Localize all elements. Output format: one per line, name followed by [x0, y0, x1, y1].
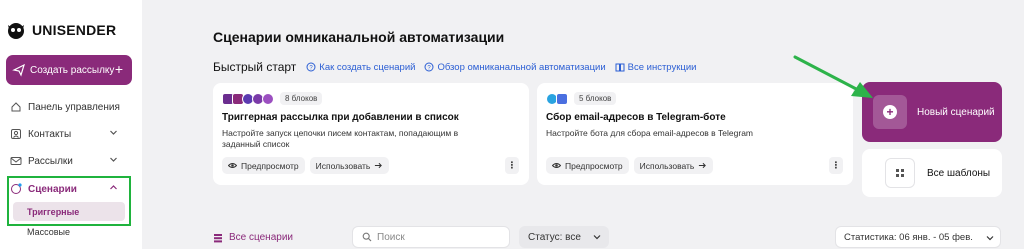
- logo-mark-icon: [8, 23, 24, 39]
- card-description: Настройте запуск цепочки писем контактам…: [222, 128, 459, 149]
- sidebar-item-label: Панель управления: [28, 101, 120, 113]
- card-description: Настройте бота для сбора email-адресов в…: [546, 128, 754, 138]
- help-circle-icon: ?: [424, 62, 434, 72]
- use-button[interactable]: Использовать: [309, 157, 390, 174]
- help-circle-icon: ?: [306, 62, 316, 72]
- link-omnichannel-overview[interactable]: ? Обзор омниканальной автоматизации: [424, 61, 606, 73]
- chat-channel-icon: [556, 92, 568, 105]
- preview-button[interactable]: Предпросмотр: [546, 157, 629, 174]
- all-scenarios-label: Все сценарии: [229, 232, 294, 243]
- flag-channel-icon: [262, 92, 274, 105]
- sidebar: UNISENDER Создать рассылку + Панель упра…: [0, 0, 142, 249]
- sidebar-item-contacts[interactable]: Контакты: [10, 125, 128, 143]
- sidebar-item-label: Рассылки: [28, 155, 73, 167]
- scenario-card[interactable]: 8 блоков Триггерная рассылка при добавле…: [213, 83, 529, 185]
- sidebar-item-dashboard[interactable]: Панель управления: [10, 98, 128, 116]
- preview-button[interactable]: Предпросмотр: [222, 157, 305, 174]
- preview-label: Предпросмотр: [565, 160, 623, 171]
- scenario-card[interactable]: 5 блоков Сбор email-адресов в Telegram-б…: [537, 83, 853, 185]
- list-icon: [214, 233, 222, 242]
- channel-icons: 5 блоков: [546, 92, 617, 105]
- quick-start-row: Быстрый старт ? Как создать сценарий ? О…: [213, 60, 696, 74]
- grid-icon: [885, 158, 915, 188]
- quick-start-label: Быстрый старт: [213, 60, 297, 74]
- book-icon: [615, 63, 625, 72]
- create-mailing-label: Создать рассылку: [30, 64, 115, 76]
- sidebar-subitem-trigger[interactable]: Триггерные: [13, 202, 125, 221]
- sidebar-item-label: Сценарии: [28, 183, 77, 195]
- eye-icon: [552, 163, 561, 168]
- all-templates-label: Все шаблоны: [927, 167, 991, 179]
- use-button[interactable]: Использовать: [633, 157, 714, 174]
- sidebar-item-mailings[interactable]: Рассылки: [10, 152, 128, 170]
- use-label: Использовать: [315, 160, 371, 171]
- card-title: Сбор email-адресов в Telegram-боте: [546, 112, 726, 123]
- link-all-instructions[interactable]: Все инструкции: [615, 61, 697, 73]
- new-scenario-button[interactable]: + Новый сценарий: [862, 82, 1002, 142]
- plus-icon: +: [873, 95, 907, 129]
- stats-period-select[interactable]: Статистика: 06 янв. - 05 фев.: [835, 226, 1001, 248]
- mail-icon: [10, 157, 22, 165]
- create-mailing-button[interactable]: Создать рассылку +: [6, 55, 132, 85]
- more-options-icon[interactable]: ⋮: [505, 157, 519, 174]
- blocks-badge: 8 блоков: [280, 92, 323, 105]
- link-label: Все инструкции: [627, 61, 697, 73]
- use-label: Использовать: [639, 160, 695, 171]
- card-title: Триггерная рассылка при добавлении в спи…: [222, 112, 459, 123]
- preview-label: Предпросмотр: [241, 160, 299, 171]
- plus-icon: +: [114, 61, 123, 77]
- page-title: Сценарии омниканальной автоматизации: [213, 29, 505, 45]
- blocks-badge: 5 блоков: [574, 92, 617, 105]
- all-templates-button[interactable]: Все шаблоны: [862, 149, 1002, 197]
- chevron-down-icon: [593, 235, 601, 240]
- logo[interactable]: UNISENDER: [6, 20, 116, 40]
- contacts-icon: [11, 129, 21, 139]
- logo-text: UNISENDER: [32, 22, 117, 38]
- new-scenario-label: Новый сценарий: [917, 106, 995, 118]
- chevron-down-icon: [110, 130, 117, 135]
- scenarios-icon: [11, 183, 22, 194]
- chevron-down-icon: [110, 157, 117, 162]
- arrow-right-icon: [699, 162, 707, 169]
- channel-icons: 8 блоков: [222, 92, 323, 105]
- status-select[interactable]: Статус: все: [519, 226, 609, 248]
- chevron-up-icon: [110, 185, 117, 190]
- chevron-down-icon: [986, 236, 994, 241]
- link-label: Как создать сценарий: [319, 61, 416, 73]
- stats-label: Статистика: 06 янв. - 05 фев.: [844, 231, 973, 243]
- send-icon: [12, 63, 25, 77]
- sidebar-item-scenarios[interactable]: Сценарии: [10, 180, 128, 198]
- all-scenarios-tab[interactable]: Все сценарии: [213, 232, 293, 243]
- arrow-right-icon: [375, 162, 383, 169]
- dashboard-icon: [11, 102, 21, 112]
- search-input[interactable]: Поиск: [352, 226, 510, 248]
- link-how-to-create[interactable]: ? Как создать сценарий: [306, 62, 415, 73]
- sidebar-item-label: Контакты: [28, 128, 72, 140]
- sidebar-subitem-mass[interactable]: Массовые: [27, 227, 70, 237]
- status-label: Статус: все: [528, 231, 581, 243]
- eye-icon: [228, 163, 237, 168]
- search-icon: [362, 232, 372, 242]
- search-placeholder: Поиск: [377, 231, 405, 243]
- more-options-icon[interactable]: ⋮: [829, 157, 843, 174]
- link-label: Обзор омниканальной автоматизации: [437, 61, 606, 73]
